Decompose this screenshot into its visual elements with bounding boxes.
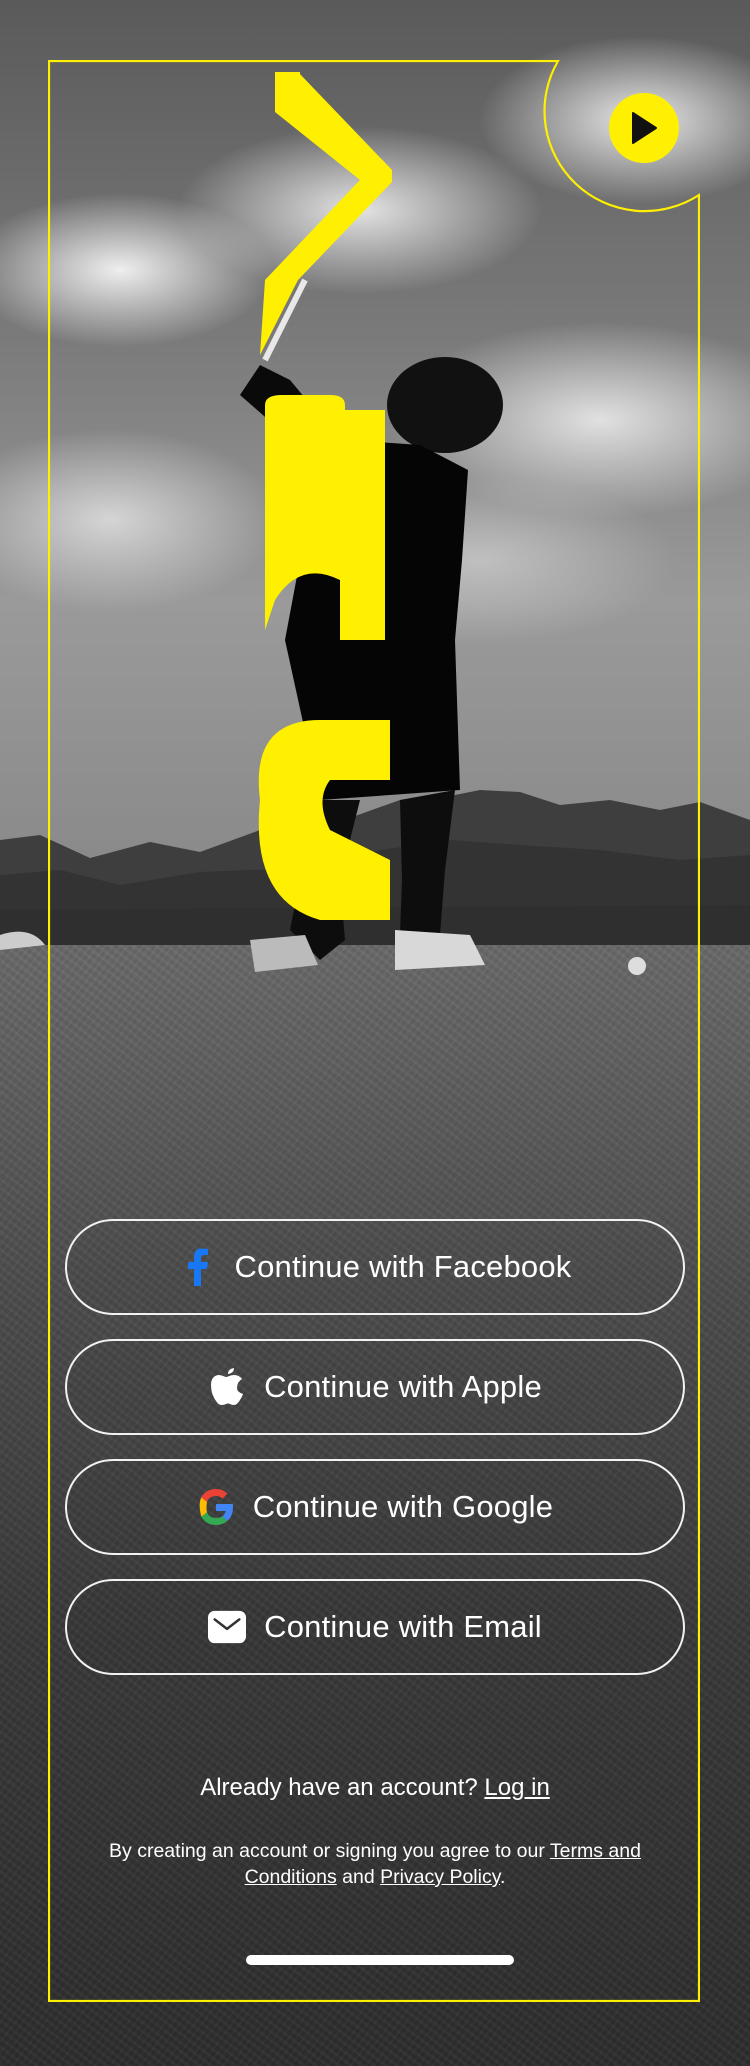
privacy-link[interactable]: Privacy Policy (380, 1866, 500, 1888)
continue-email-label: Continue with Email (264, 1609, 542, 1644)
continue-facebook-button[interactable]: Continue with Facebook (65, 1219, 685, 1315)
continue-apple-button[interactable]: Continue with Apple (65, 1339, 685, 1435)
login-link[interactable]: Log in (484, 1774, 549, 1801)
legal-notice: By creating an account or signing you ag… (80, 1838, 670, 1890)
auth-buttons: Continue with Facebook Continue with App… (65, 1219, 685, 1699)
legal-conjunction: and (342, 1866, 375, 1888)
home-indicator (246, 1955, 514, 1965)
play-button[interactable] (609, 93, 679, 163)
login-prompt-text: Already have an account? (200, 1774, 478, 1801)
continue-google-label: Continue with Google (252, 1489, 554, 1524)
continue-email-button[interactable]: Continue with Email (65, 1579, 685, 1675)
legal-prefix: By creating an account or signing you ag… (109, 1840, 545, 1862)
google-icon (197, 1488, 235, 1526)
legal-suffix: . (500, 1866, 506, 1888)
continue-google-button[interactable]: Continue with Google (65, 1459, 685, 1555)
apple-icon (208, 1368, 246, 1406)
facebook-icon (179, 1248, 217, 1286)
continue-facebook-label: Continue with Facebook (234, 1249, 572, 1284)
play-icon (632, 112, 657, 144)
continue-apple-label: Continue with Apple (264, 1369, 542, 1404)
email-icon (208, 1608, 247, 1646)
login-prompt: Already have an account? Log in (0, 1774, 750, 1802)
